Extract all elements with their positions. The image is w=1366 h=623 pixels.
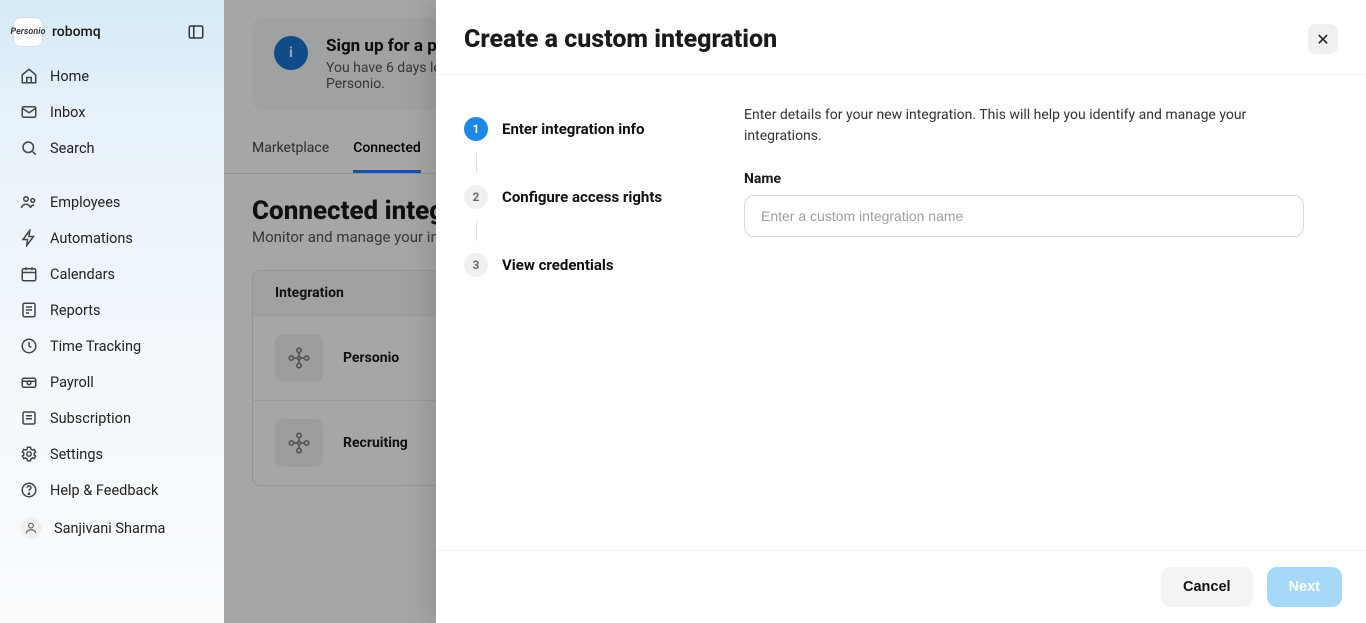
sidebar-item-label: Search xyxy=(50,140,95,157)
calendar-icon xyxy=(20,265,38,283)
people-icon xyxy=(20,193,38,211)
sidebar-item-home[interactable]: Home xyxy=(8,58,216,94)
sidebar-item-settings[interactable]: Settings xyxy=(8,436,216,472)
user-name: Sanjivani Sharma xyxy=(54,520,165,537)
next-button[interactable]: Next xyxy=(1267,567,1342,607)
sidebar-item-label: Inbox xyxy=(50,104,85,121)
close-button[interactable]: ✕ xyxy=(1308,24,1338,54)
step-label: Enter integration info xyxy=(502,120,645,138)
gear-icon xyxy=(20,445,38,463)
step-number: 3 xyxy=(464,253,488,277)
sidebar-item-inbox[interactable]: Inbox xyxy=(8,94,216,130)
sidebar-header: Personio robomq xyxy=(0,10,224,58)
sidebar-item-automations[interactable]: Automations xyxy=(8,220,216,256)
sidebar-item-label: Automations xyxy=(50,230,133,247)
step-2[interactable]: 2 Configure access rights xyxy=(464,173,696,221)
modal-footer: Cancel Next xyxy=(436,550,1366,623)
sidebar-item-label: Settings xyxy=(50,446,103,463)
clock-icon xyxy=(20,337,38,355)
nav-primary: Home Inbox Search xyxy=(0,58,224,166)
integration-name-input[interactable] xyxy=(744,195,1304,237)
sidebar-item-payroll[interactable]: Payroll xyxy=(8,364,216,400)
sidebar-item-calendars[interactable]: Calendars xyxy=(8,256,216,292)
step-number: 1 xyxy=(464,117,488,141)
step-connector xyxy=(476,153,477,173)
form-intro: Enter details for your new integration. … xyxy=(744,105,1264,147)
help-icon xyxy=(20,481,38,499)
sidebar-item-label: Subscription xyxy=(50,410,131,427)
sidebar-item-label: Time Tracking xyxy=(50,338,141,355)
close-icon: ✕ xyxy=(1316,30,1329,49)
sidebar-item-employees[interactable]: Employees xyxy=(8,184,216,220)
sidebar-item-search[interactable]: Search xyxy=(8,130,216,166)
create-integration-modal: Create a custom integration ✕ 1 Enter in… xyxy=(436,0,1366,623)
step-label: View credentials xyxy=(502,256,614,274)
sidebar-item-subscription[interactable]: Subscription xyxy=(8,400,216,436)
wizard-steps: 1 Enter integration info 2 Configure acc… xyxy=(464,105,696,550)
search-icon xyxy=(20,139,38,157)
subscription-icon xyxy=(20,409,38,427)
name-label: Name xyxy=(744,171,1338,187)
step-3[interactable]: 3 View credentials xyxy=(464,241,696,289)
nav-secondary: Employees Automations Calendars Reports xyxy=(0,184,224,548)
inbox-icon xyxy=(20,103,38,121)
step-label: Configure access rights xyxy=(502,188,662,206)
sidebar-item-label: Reports xyxy=(50,302,101,319)
sidebar: Personio robomq Home Inbox xyxy=(0,0,224,623)
bolt-icon xyxy=(20,229,38,247)
step-number: 2 xyxy=(464,185,488,209)
payroll-icon xyxy=(20,373,38,391)
home-icon xyxy=(20,67,38,85)
tenant-name: robomq xyxy=(52,24,101,40)
modal-header: Create a custom integration ✕ xyxy=(436,0,1366,75)
sidebar-item-label: Payroll xyxy=(50,374,94,391)
reports-icon xyxy=(20,301,38,319)
step-1[interactable]: 1 Enter integration info xyxy=(464,105,696,153)
sidebar-item-label: Calendars xyxy=(50,266,115,283)
sidebar-item-label: Help & Feedback xyxy=(50,482,158,499)
sidebar-item-label: Home xyxy=(50,68,89,85)
form-area: Enter details for your new integration. … xyxy=(744,105,1338,550)
modal-title: Create a custom integration xyxy=(464,25,777,54)
step-connector xyxy=(476,221,477,241)
sidebar-item-label: Employees xyxy=(50,194,120,211)
sidebar-item-time-tracking[interactable]: Time Tracking xyxy=(8,328,216,364)
cancel-button[interactable]: Cancel xyxy=(1161,567,1253,607)
sidebar-user[interactable]: Sanjivani Sharma xyxy=(8,508,216,548)
modal-body: 1 Enter integration info 2 Configure acc… xyxy=(436,75,1366,550)
sidebar-item-reports[interactable]: Reports xyxy=(8,292,216,328)
collapse-sidebar-button[interactable] xyxy=(182,18,210,46)
sidebar-item-help[interactable]: Help & Feedback xyxy=(8,472,216,508)
avatar xyxy=(20,517,42,539)
app-logo: Personio xyxy=(14,18,42,46)
